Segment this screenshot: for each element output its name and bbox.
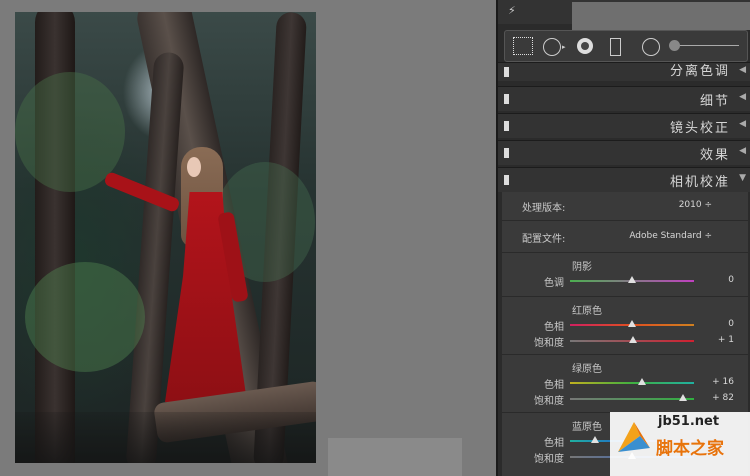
- collapse-arrow-icon[interactable]: ◀: [739, 92, 746, 102]
- slider-knob[interactable]: [628, 276, 636, 283]
- flash-icon[interactable]: ⚡: [508, 4, 516, 17]
- header-overlay: [572, 2, 750, 30]
- arrow-right-icon: ▸: [562, 43, 566, 51]
- red-primary-title: 红原色: [572, 306, 602, 317]
- divider: [502, 296, 748, 297]
- process-label: 处理版本:: [522, 203, 566, 214]
- collapse-arrow-icon[interactable]: ◀: [739, 65, 746, 75]
- slider-knob[interactable]: [628, 336, 637, 343]
- section-toggle-handle[interactable]: [504, 121, 509, 131]
- redeye-tool-icon[interactable]: [577, 38, 593, 54]
- section-toggle-handle[interactable]: [504, 175, 509, 185]
- green-saturation-slider[interactable]: [570, 394, 694, 401]
- shadows-tint-label: 色调: [544, 278, 564, 289]
- red-saturation-label: 饱和度: [534, 338, 564, 349]
- blue-primary-title: 蓝原色: [572, 422, 602, 433]
- section-lens-correction[interactable]: 镜头校正 ◀: [498, 113, 750, 138]
- blue-saturation-label: 饱和度: [534, 454, 564, 465]
- canvas-patch: [328, 438, 462, 476]
- site-logo-icon: [618, 422, 650, 452]
- round-tool-icon[interactable]: [642, 38, 660, 56]
- green-primary-title: 绿原色: [572, 364, 602, 375]
- section-camera-calibration[interactable]: 相机校准 ▼: [498, 167, 750, 192]
- green-saturation-label: 饱和度: [534, 396, 564, 407]
- section-detail[interactable]: 细节 ◀: [498, 86, 750, 111]
- brush-size-slider[interactable]: [669, 40, 739, 51]
- section-effects[interactable]: 效果 ◀: [498, 140, 750, 165]
- section-title: 分离色调: [669, 64, 730, 79]
- watermark-name: 脚本之家: [656, 439, 724, 459]
- red-hue-slider[interactable]: [570, 320, 694, 327]
- divider: [502, 220, 748, 221]
- blue-hue-label: 色相: [544, 438, 564, 449]
- green-hue-label: 色相: [544, 380, 564, 391]
- develop-panel: ⚡ ▸ 分离色调 ◀ 细节 ◀ 镜头校正 ◀ 效果 ◀ 相机校准 ▼ 处理版本:…: [496, 0, 750, 476]
- process-select[interactable]: 2010 ÷: [679, 200, 712, 210]
- expand-arrow-icon[interactable]: ▼: [739, 173, 746, 183]
- green-hue-slider[interactable]: [570, 378, 694, 385]
- profile-label: 配置文件:: [522, 234, 566, 245]
- section-title: 细节: [699, 94, 730, 109]
- section-toggle-handle[interactable]: [504, 67, 509, 77]
- ground-shadow: [15, 412, 316, 463]
- circle-tool-icon[interactable]: [543, 38, 561, 56]
- watermark-url: jb51.net: [658, 414, 720, 429]
- section-toggle-handle[interactable]: [504, 148, 509, 158]
- shadows-tint-slider[interactable]: [570, 276, 694, 283]
- photo-preview: [15, 12, 316, 463]
- shadows-title: 阴影: [572, 262, 592, 273]
- divider: [502, 252, 748, 253]
- section-title: 镜头校正: [669, 121, 730, 136]
- redeye-pupil: [581, 42, 589, 50]
- red-hue-label: 色相: [544, 322, 564, 333]
- section-split-toning[interactable]: 分离色调 ◀: [498, 62, 750, 81]
- collapse-arrow-icon[interactable]: ◀: [739, 146, 746, 156]
- slider-knob[interactable]: [678, 394, 687, 401]
- tool-strip: ▸: [504, 30, 748, 62]
- green-hue-value: + 16: [712, 377, 734, 387]
- grid-tool-icon[interactable]: [513, 37, 533, 55]
- watermark: jb51.net 脚本之家: [610, 412, 750, 476]
- divider: [502, 354, 748, 355]
- red-hue-value: 0: [728, 319, 734, 329]
- slider-knob[interactable]: [628, 320, 636, 327]
- slider-knob[interactable]: [637, 378, 646, 385]
- slider-knob[interactable]: [669, 40, 680, 51]
- red-saturation-slider[interactable]: [570, 336, 694, 343]
- profile-select[interactable]: Adobe Standard ÷: [629, 231, 712, 241]
- shadows-tint-value: 0: [728, 275, 734, 285]
- section-title: 效果: [699, 148, 730, 163]
- green-saturation-value: + 82: [712, 393, 734, 403]
- section-title: 相机校准: [669, 175, 730, 190]
- slider-knob[interactable]: [590, 436, 599, 443]
- rect-tool-icon[interactable]: [610, 38, 621, 56]
- collapse-arrow-icon[interactable]: ◀: [739, 119, 746, 129]
- red-saturation-value: + 1: [717, 335, 734, 345]
- section-toggle-handle[interactable]: [504, 94, 509, 104]
- foliage: [25, 262, 145, 372]
- woman-face: [187, 157, 201, 177]
